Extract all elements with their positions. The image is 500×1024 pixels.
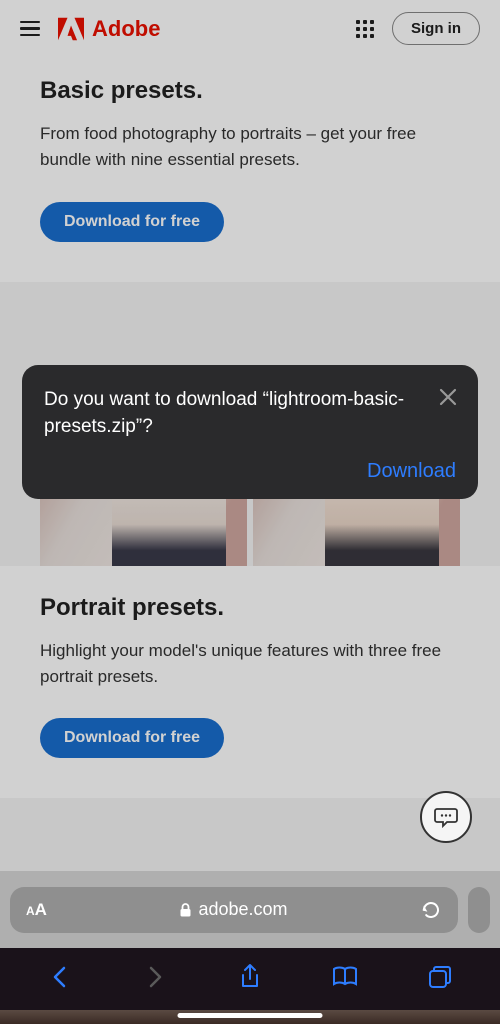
close-icon bbox=[439, 388, 457, 406]
share-icon bbox=[239, 963, 261, 991]
chat-icon bbox=[433, 804, 459, 830]
dialog-download-button[interactable]: Download bbox=[44, 460, 456, 483]
share-button[interactable] bbox=[234, 961, 266, 993]
reload-button[interactable] bbox=[420, 899, 442, 921]
lock-icon bbox=[179, 903, 192, 917]
chat-button[interactable] bbox=[420, 791, 472, 843]
tabs-icon bbox=[427, 964, 453, 990]
dialog-message: Do you want to download “lightroom-basic… bbox=[44, 387, 456, 440]
home-indicator[interactable] bbox=[178, 1013, 323, 1018]
chevron-left-icon bbox=[52, 965, 68, 989]
download-dialog: Do you want to download “lightroom-basic… bbox=[22, 365, 478, 499]
bookmarks-button[interactable] bbox=[329, 961, 361, 993]
url-domain: adobe.com bbox=[198, 899, 287, 920]
back-button[interactable] bbox=[44, 961, 76, 993]
dialog-close-button[interactable] bbox=[434, 383, 462, 411]
forward-button bbox=[139, 961, 171, 993]
tab-peek-button[interactable] bbox=[468, 887, 490, 933]
book-icon bbox=[331, 965, 359, 989]
chevron-right-icon bbox=[147, 965, 163, 989]
tabs-button[interactable] bbox=[424, 961, 456, 993]
reader-mode-button[interactable]: AA bbox=[26, 900, 47, 920]
address-bar[interactable]: AA adobe.com bbox=[10, 887, 458, 933]
